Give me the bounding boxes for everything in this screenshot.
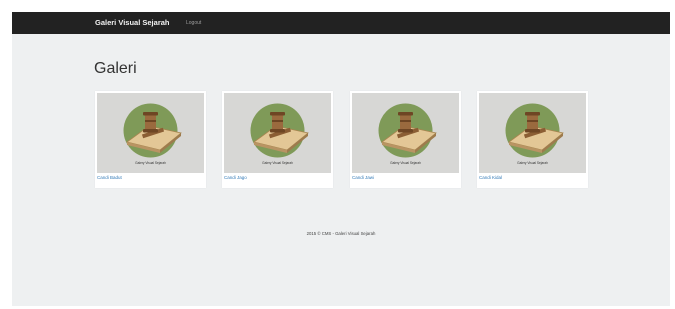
gavel-book-logo-icon: Galery Visual Sejarah	[123, 103, 182, 165]
footer-text: 2015 © CMS - Galeri Visual Sejarah	[306, 231, 376, 236]
gavel-book-logo-icon: Galery Visual Sejarah	[505, 103, 564, 165]
gallery-card[interactable]: Galery Visual Sejarah Candi Kidal	[477, 91, 588, 188]
gallery-card[interactable]: Galery Visual Sejarah Candi Jawi	[350, 91, 461, 188]
page-title: Galeri	[94, 60, 137, 77]
gallery-item-title[interactable]: Candi Badut	[97, 175, 122, 180]
logo-caption: Galery Visual Sejarah	[135, 161, 166, 165]
gallery-thumbnail[interactable]: Galery Visual Sejarah	[97, 93, 204, 173]
gavel-book-logo-icon: Galery Visual Sejarah	[250, 103, 309, 165]
gallery-item-title[interactable]: Candi Jago	[224, 175, 247, 180]
gallery-thumbnail[interactable]: Galery Visual Sejarah	[224, 93, 331, 173]
gavel-book-logo-icon: Galery Visual Sejarah	[378, 103, 437, 165]
gallery-thumbnail[interactable]: Galery Visual Sejarah	[479, 93, 586, 173]
logo-caption: Galery Visual Sejarah	[517, 161, 548, 165]
logo-caption: Galery Visual Sejarah	[390, 161, 421, 165]
navbar: Galeri Visual Sejarah Logout	[12, 12, 670, 34]
gallery-card[interactable]: Galery Visual Sejarah Candi Badut	[95, 91, 206, 188]
gallery-card[interactable]: Galery Visual Sejarah Candi Jago	[222, 91, 333, 188]
logout-link[interactable]: Logout	[186, 20, 201, 26]
gallery-item-title[interactable]: Candi Kidal	[479, 175, 502, 180]
gallery-item-title[interactable]: Candi Jawi	[352, 175, 374, 180]
logo-caption: Galery Visual Sejarah	[262, 161, 293, 165]
gallery-thumbnail[interactable]: Galery Visual Sejarah	[352, 93, 459, 173]
browser-viewport: Galeri Visual Sejarah Logout Galeri Gale…	[12, 12, 670, 306]
navbar-brand[interactable]: Galeri Visual Sejarah	[95, 18, 170, 27]
